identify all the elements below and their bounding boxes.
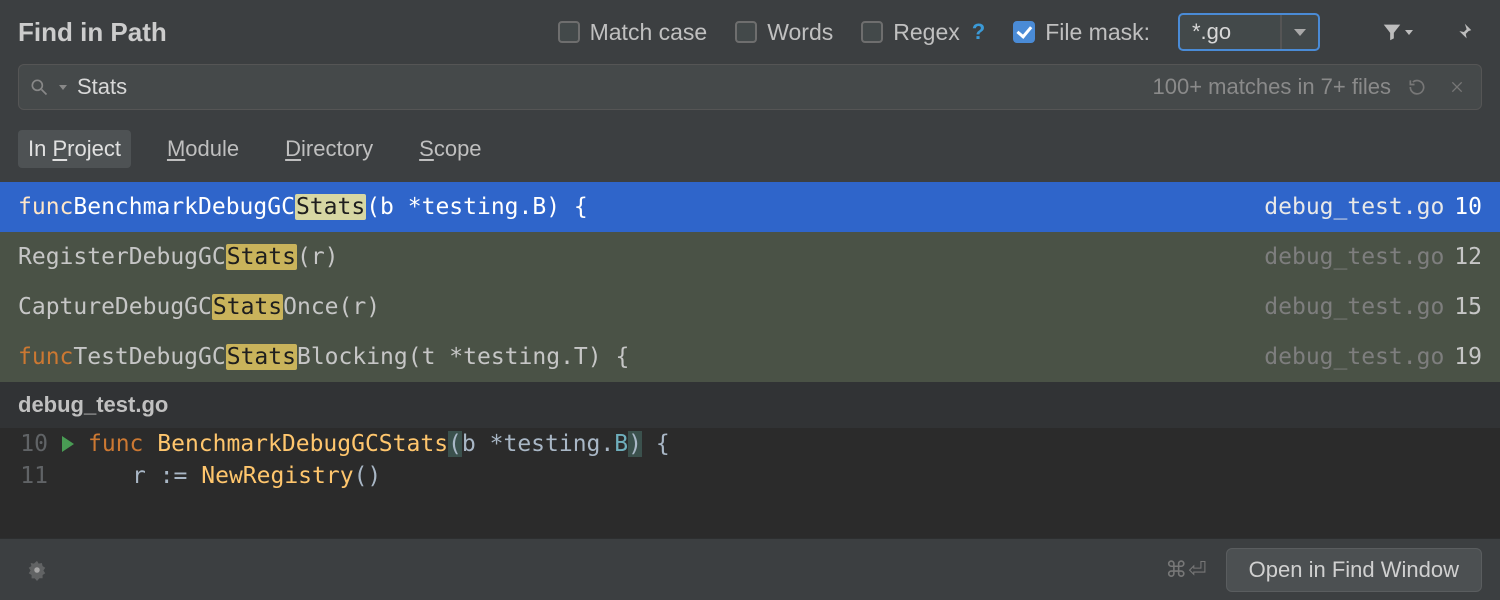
result-line: 12 xyxy=(1454,244,1482,270)
result-file: debug_test.go xyxy=(1264,344,1444,370)
history-icon xyxy=(1407,77,1427,97)
result-row[interactable]: CaptureDebugGCStatsOnce(r)debug_test.go1… xyxy=(0,282,1500,332)
file-mask-dropdown[interactable] xyxy=(1280,15,1318,49)
result-row[interactable]: func TestDebugGCStatsBlocking(t *testing… xyxy=(0,332,1500,382)
scope-tabs: In Project Module Directory Scope xyxy=(0,120,1500,182)
chevron-down-icon xyxy=(59,85,67,90)
search-box[interactable]: 100+ matches in 7+ files xyxy=(18,64,1482,110)
result-file: debug_test.go xyxy=(1264,244,1444,270)
scope-tab-directory[interactable]: Directory xyxy=(275,130,383,168)
regex-help-icon[interactable]: ? xyxy=(972,19,985,45)
checkbox-icon xyxy=(558,21,580,43)
result-line: 15 xyxy=(1454,294,1482,320)
result-file: debug_test.go xyxy=(1264,194,1444,220)
file-mask-label: File mask: xyxy=(1045,19,1150,46)
scope-tab-scope[interactable]: Scope xyxy=(409,130,491,168)
pin-button[interactable] xyxy=(1444,13,1482,51)
code-line: 10func BenchmarkDebugGCStats(b *testing.… xyxy=(0,428,1500,460)
regex-checkbox[interactable]: Regex xyxy=(861,19,959,46)
code-line: 11r := NewRegistry() xyxy=(0,460,1500,492)
preview-pane: debug_test.go 10func BenchmarkDebugGCSta… xyxy=(0,382,1500,538)
dialog-title: Find in Path xyxy=(18,17,167,48)
filter-icon xyxy=(1381,21,1403,43)
checkbox-icon xyxy=(861,21,883,43)
result-line: 10 xyxy=(1454,194,1482,220)
regex-label: Regex xyxy=(893,19,959,46)
checkbox-icon xyxy=(735,21,757,43)
bottom-bar: ⌘⏎ Open in Find Window xyxy=(0,538,1500,600)
chevron-down-icon xyxy=(1294,29,1306,36)
results-list: func BenchmarkDebugGCStats(b *testing.B)… xyxy=(0,182,1500,382)
gutter-lineno: 10 xyxy=(14,431,48,457)
preview-filename: debug_test.go xyxy=(0,382,1500,428)
run-gutter-icon[interactable] xyxy=(62,436,74,452)
gear-icon xyxy=(26,559,48,581)
filter-button[interactable] xyxy=(1378,13,1416,51)
search-icon xyxy=(29,77,49,97)
dialog-titlebar: Find in Path Match case Words Regex ? Fi… xyxy=(0,0,1500,64)
scope-tab-module[interactable]: Module xyxy=(157,130,249,168)
checkbox-checked-icon xyxy=(1013,21,1035,43)
words-label: Words xyxy=(767,19,833,46)
result-row[interactable]: func BenchmarkDebugGCStats(b *testing.B)… xyxy=(0,182,1500,232)
pin-icon xyxy=(1452,21,1474,43)
file-mask-combo[interactable] xyxy=(1178,13,1320,51)
search-input[interactable] xyxy=(77,74,1143,100)
open-in-find-window-button[interactable]: Open in Find Window xyxy=(1226,548,1482,592)
search-row: 100+ matches in 7+ files xyxy=(0,64,1500,120)
close-icon xyxy=(1449,79,1465,95)
clear-button[interactable] xyxy=(1443,79,1471,95)
file-mask-checkbox[interactable]: File mask: xyxy=(1013,19,1150,46)
result-row[interactable]: RegisterDebugGCStats(r)debug_test.go12 xyxy=(0,232,1500,282)
shortcut-hint: ⌘⏎ xyxy=(1165,557,1207,583)
history-button[interactable] xyxy=(1401,77,1433,97)
result-file: debug_test.go xyxy=(1264,294,1444,320)
chevron-down-icon xyxy=(1405,30,1413,35)
words-checkbox[interactable]: Words xyxy=(735,19,833,46)
settings-button[interactable] xyxy=(18,551,56,589)
gutter-lineno: 11 xyxy=(14,463,48,489)
match-case-checkbox[interactable]: Match case xyxy=(558,19,708,46)
match-case-label: Match case xyxy=(590,19,708,46)
scope-tab-project[interactable]: In Project xyxy=(18,130,131,168)
result-line: 19 xyxy=(1454,344,1482,370)
preview-code: 10func BenchmarkDebugGCStats(b *testing.… xyxy=(0,428,1500,492)
match-count: 100+ matches in 7+ files xyxy=(1153,74,1391,100)
file-mask-input[interactable] xyxy=(1180,15,1280,49)
